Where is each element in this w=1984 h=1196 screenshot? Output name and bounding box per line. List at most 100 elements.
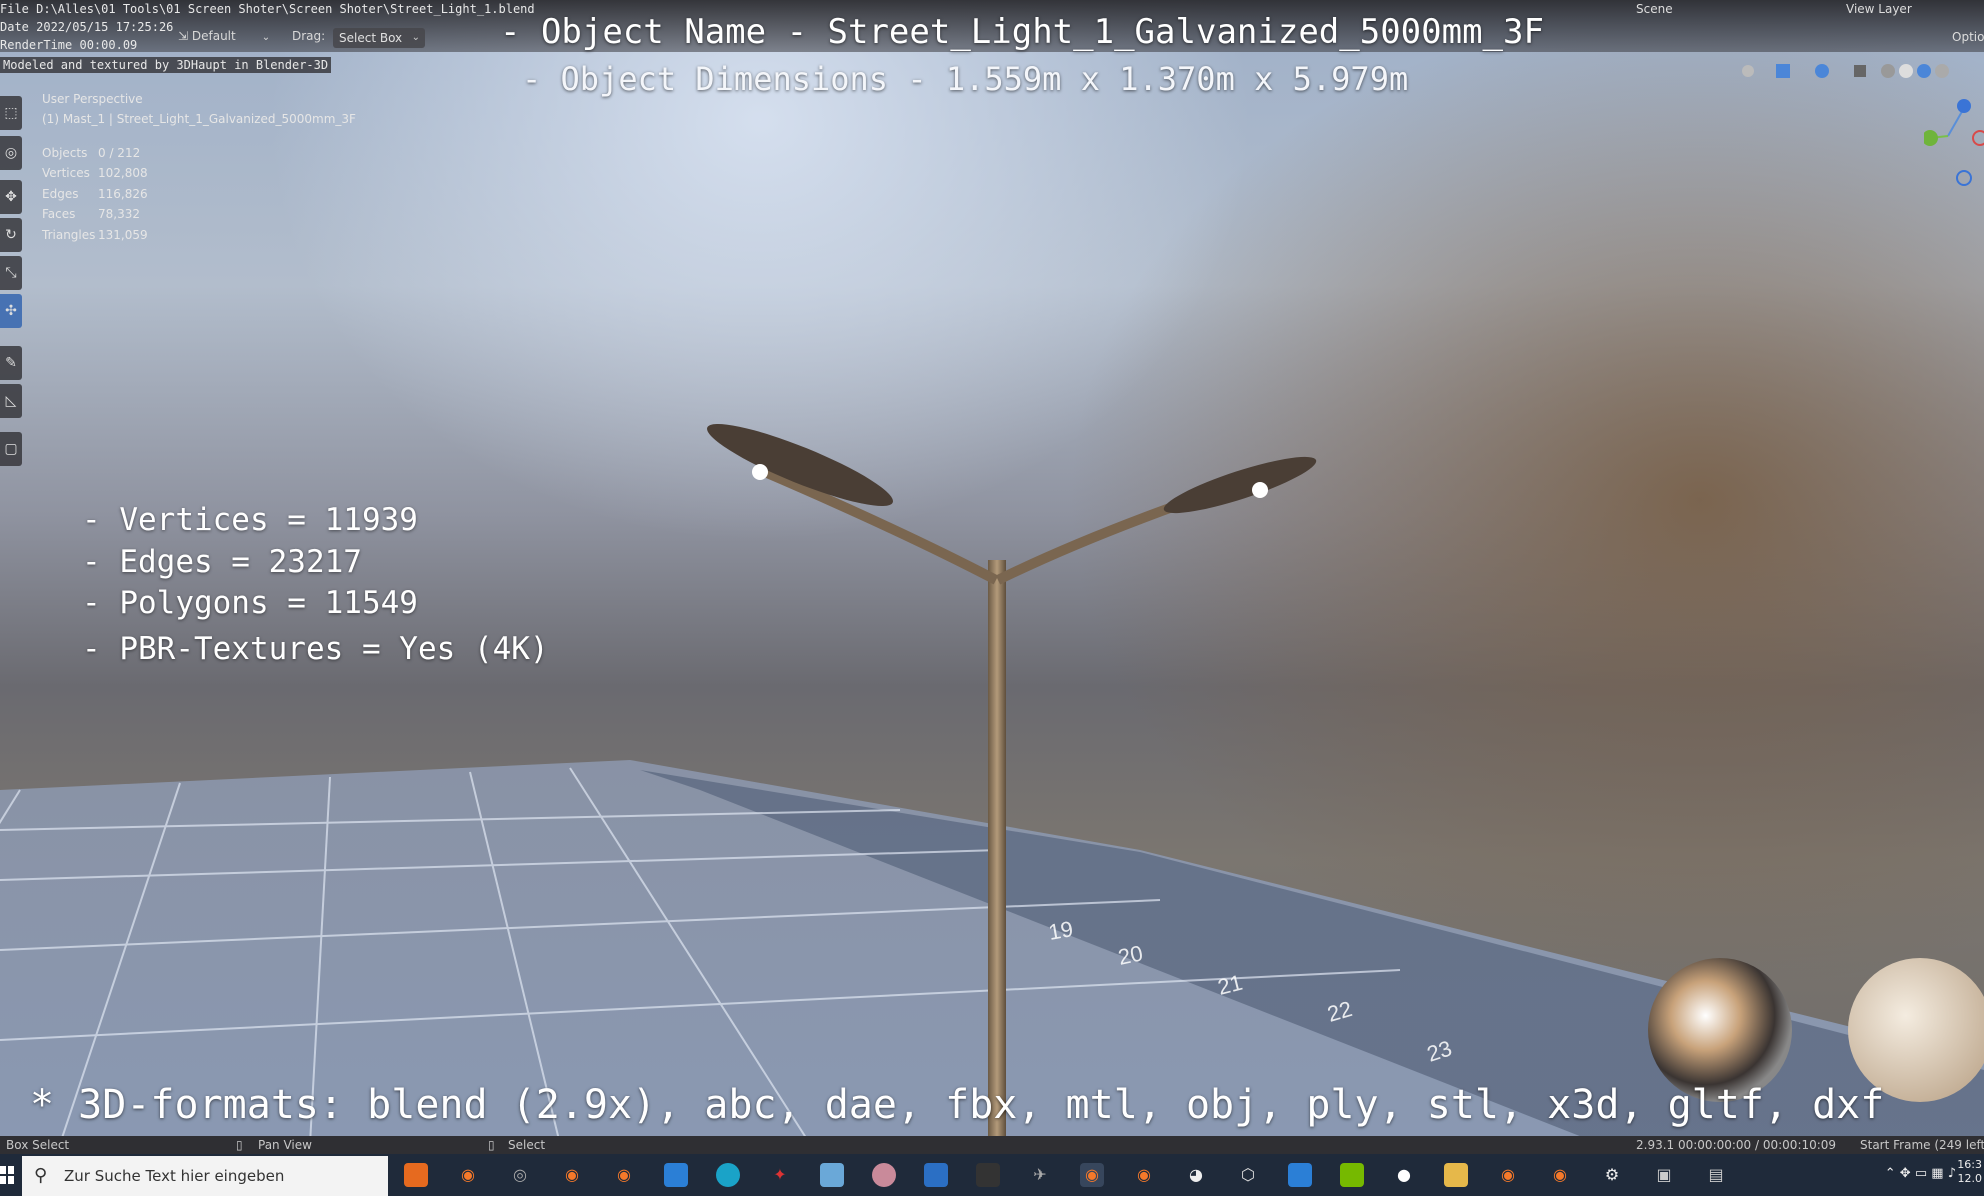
clock-date: 12.0 (1957, 1172, 1983, 1185)
material-shading-icon (1917, 64, 1931, 78)
taskbar-search-input[interactable]: ⚲ Zur Suche Text hier eingeben (22, 1156, 388, 1196)
viewport-shading-controls (1738, 60, 1968, 86)
terminal-icon[interactable] (976, 1163, 1000, 1187)
volume-icon: ♪ (1947, 1166, 1956, 1181)
stat-faces: Faces 78,332 (42, 207, 140, 221)
wireframe-shading-icon (1881, 64, 1895, 78)
firefox-icon[interactable] (404, 1163, 428, 1187)
render-time-text: RenderTime 00:00.09 (0, 38, 138, 52)
steam-icon[interactable]: ◎ (508, 1163, 532, 1187)
window-app-icon[interactable]: ▤ (1704, 1163, 1728, 1187)
mouse-right-icon: ▯ (488, 1138, 495, 1152)
x-axis-icon (1972, 130, 1984, 146)
nvidia-icon[interactable] (1340, 1163, 1364, 1187)
spec-edges: - Edges = 23217 (82, 544, 362, 580)
chevron-up-icon: ⌃ (1884, 1166, 1896, 1181)
notes-icon[interactable] (820, 1163, 844, 1187)
blender-icon[interactable]: ◉ (456, 1163, 480, 1187)
spec-polygons: - Polygons = 11549 (82, 585, 418, 621)
left-lamp-head (707, 423, 893, 507)
y-axis-icon (1924, 130, 1938, 146)
spec-pbr: - PBR-Textures = Yes (4K) (82, 631, 549, 667)
svg-text:19: 19 (1047, 916, 1075, 945)
system-tray[interactable]: ⌃ ✥ ▭ ▦ ♪ (1885, 1166, 1956, 1181)
orientation-dropdown[interactable]: ⇲ Default ⌄ (178, 29, 270, 43)
z-axis-icon (1957, 99, 1971, 113)
visibility-icon (1742, 65, 1754, 77)
status-select: Select (508, 1138, 546, 1152)
mail-icon[interactable] (664, 1163, 688, 1187)
edge-browser-icon[interactable] (716, 1163, 740, 1187)
status-bar: Box Select ▯ Pan View ▯ Select 2.93.1 00… (0, 1136, 1984, 1154)
clock-time: 16:3 (1957, 1158, 1982, 1171)
add-cube-tool-icon[interactable]: ▢ (0, 432, 22, 466)
obs-icon[interactable]: ● (1392, 1163, 1416, 1187)
network-app-icon[interactable]: ▣ (1652, 1163, 1676, 1187)
orientation-label: Default (191, 29, 236, 43)
3d-viewport[interactable]: 19 20 21 22 23 File D:\Alles\01 Tools\01… (0, 0, 1984, 1144)
blender-icon[interactable]: ◉ (612, 1163, 636, 1187)
select-tool-icon[interactable]: ⬚ (0, 96, 22, 130)
chrome-sphere (1648, 958, 1792, 1102)
blender-icon[interactable]: ◉ (560, 1163, 584, 1187)
navigation-gizmo[interactable] (1924, 96, 1984, 196)
options-button[interactable]: Option (1952, 30, 1984, 44)
cursor-tool-icon[interactable]: ◎ (0, 136, 22, 170)
annotate-tool-icon[interactable]: ✎ (0, 346, 22, 380)
pole (988, 560, 1006, 1144)
rotate-tool-icon[interactable]: ↻ (0, 218, 22, 252)
solid-shading-icon (1899, 64, 1913, 78)
panda-icon[interactable]: ◕ (1184, 1163, 1208, 1187)
right-lamp-head (1163, 456, 1317, 514)
blender-icon[interactable]: ◉ (1496, 1163, 1520, 1187)
scale-tool-icon[interactable]: ⤡ (0, 256, 22, 290)
status-version: 2.93.1 00:00:00:00 / 00:00:10:09 (1636, 1138, 1837, 1152)
drag-label: Drag: (292, 29, 326, 43)
overlay-toggle-icon (1815, 64, 1829, 78)
date-text: Date 2022/05/15 17:25:26 (0, 20, 174, 34)
svg-text:20: 20 (1116, 940, 1145, 970)
gear-icon[interactable]: ⚙ (1600, 1163, 1624, 1187)
view-layer-selector[interactable]: View Layer (1846, 2, 1912, 16)
orientation-icon: ⇲ (178, 29, 192, 43)
rendered-shading-icon (1935, 64, 1949, 78)
mouse-middle-icon: ▯ (236, 1138, 243, 1152)
scene-selector[interactable]: Scene (1636, 2, 1673, 16)
select-box-dropdown[interactable]: Select Box ⌄ (333, 28, 425, 48)
app-blue-icon[interactable] (924, 1163, 948, 1187)
windows-start-icon[interactable] (0, 1166, 14, 1184)
formats-overlay: * 3D-formats: blend (2.9x), abc, dae, fb… (30, 1082, 1885, 1128)
taskbar-clock[interactable]: 16:3 12.0 (1957, 1158, 1982, 1186)
search-icon: ⚲ (34, 1165, 48, 1186)
transform-tool-icon[interactable]: ✣ (0, 294, 22, 328)
stat-vertices: Vertices 102,808 (42, 166, 148, 180)
app-gray-icon[interactable]: ✈ (1028, 1163, 1052, 1187)
move-icon: ✥ (1899, 1166, 1911, 1181)
status-box-select: Box Select (6, 1138, 70, 1152)
paint-icon[interactable] (872, 1163, 896, 1187)
folder-icon[interactable] (1444, 1163, 1468, 1187)
object-dimensions-overlay: - Object Dimensions - 1.559m x 1.370m x … (522, 60, 1409, 98)
stat-triangles: Triangles 131,059 (42, 228, 148, 242)
file-path-text: File D:\Alles\01 Tools\01 Screen Shoter\… (0, 2, 535, 16)
calendar-icon[interactable] (1288, 1163, 1312, 1187)
select-box-label: Select Box (339, 31, 403, 45)
cube-icon[interactable]: ⬡ (1236, 1163, 1260, 1187)
spec-vertices: - Vertices = 11939 (82, 502, 418, 538)
search-placeholder: Zur Suche Text hier eingeben (64, 1167, 285, 1185)
view-perspective-label: User Perspective (42, 92, 143, 106)
object-name-overlay: - Object Name - Street_Light_1_Galvanize… (500, 12, 1544, 52)
xray-icon (1854, 65, 1866, 77)
gizmo-toggle-icon (1776, 64, 1790, 78)
blender-icon[interactable]: ◉ (1548, 1163, 1572, 1187)
network-icon: ▦ (1931, 1166, 1944, 1181)
measure-tool-icon[interactable]: ◺ (0, 384, 22, 418)
active-object-label: (1) Mast_1 | Street_Light_1_Galvanized_5… (42, 112, 356, 126)
blender-icon[interactable]: ◉ (1132, 1163, 1156, 1187)
battery-icon: ▭ (1914, 1166, 1928, 1181)
status-start-frame: Start Frame (249 left) (1860, 1138, 1984, 1152)
modeled-by-text: Modeled and textured by 3DHaupt in Blend… (0, 57, 332, 73)
blender-active-icon[interactable]: ◉ (1080, 1163, 1104, 1187)
app-red-icon[interactable]: ✦ (768, 1163, 792, 1187)
move-tool-icon[interactable]: ✥ (0, 180, 22, 214)
